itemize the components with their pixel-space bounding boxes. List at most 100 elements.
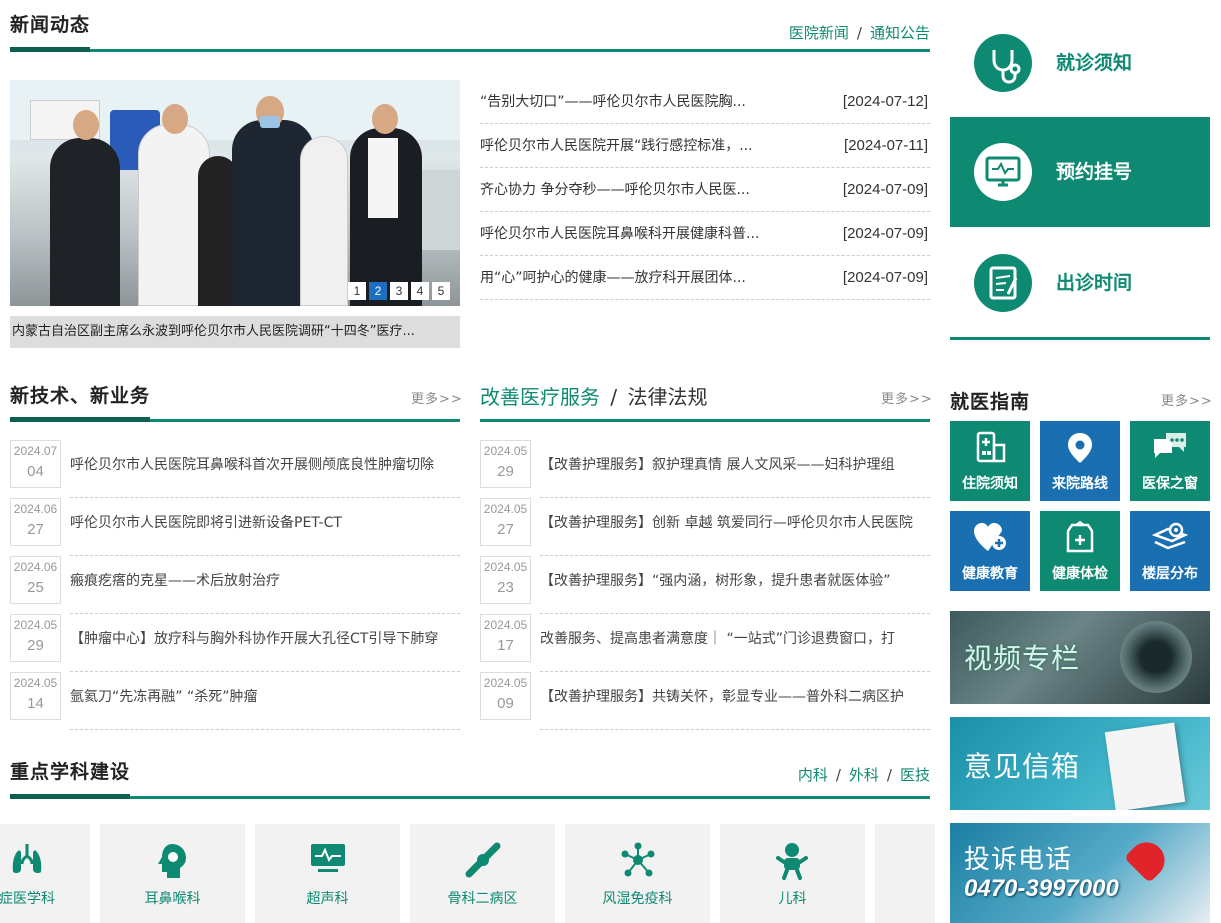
news-slideshow[interactable]: 1 2 3 4 5 [10, 80, 460, 306]
pager-1[interactable]: 1 [348, 282, 366, 300]
tab-internal[interactable]: 内科 [798, 766, 828, 784]
tile-admission[interactable]: 住院须知 [950, 421, 1030, 501]
disciplines-section-title: 重点学科建设 [10, 761, 131, 783]
service-more-link[interactable]: 更多>> [881, 388, 933, 407]
tab-surgery[interactable]: 外科 [849, 766, 879, 784]
disciplines-tabs: 内科 / 外科 / 医技 [797, 766, 930, 784]
date-year-month: 2024.05 [483, 560, 528, 574]
dept-label: 重症医学科 [0, 891, 55, 907]
dept-label: 耳鼻喉科 [144, 891, 201, 907]
dept-rheumatology[interactable]: 风湿免疫科 [565, 824, 710, 923]
dated-list-item[interactable]: 2024.07 04 呼伦贝尔市人民医院耳鼻喉科首次开展侧颅底良性肿瘤切除 [10, 440, 460, 498]
pager-3[interactable]: 3 [390, 282, 408, 300]
news-item[interactable]: 呼伦贝尔市人民医院耳鼻喉科开展健康科普... [2024-07-09] [480, 212, 930, 256]
date-day: 29 [497, 463, 514, 480]
banner-video-column[interactable]: 视频专栏 [950, 611, 1210, 704]
date-box: 2024.06 27 [10, 498, 61, 546]
tab-laws[interactable]: 法律法规 [627, 385, 707, 409]
floor-map-icon [1152, 522, 1188, 550]
news-divider-accent [10, 47, 90, 52]
tab-medtech[interactable]: 医技 [900, 766, 930, 784]
dated-list-item[interactable]: 2024.05 29 【肿瘤中心】放疗科与胸外科协作开展大孔径CT引导下肺穿 [10, 614, 460, 672]
banner-label: 意见信箱 [964, 750, 1081, 783]
news-item[interactable]: 用“心”呵护心的健康——放疗科开展团体... [2024-07-09] [480, 256, 930, 300]
dated-list-item[interactable]: 2024.05 23 【改善护理服务】“强内涵，树形象，提升患者就医体验” [480, 556, 930, 614]
dept-ent[interactable]: 耳鼻喉科 [100, 824, 245, 923]
date-day: 09 [497, 695, 514, 712]
quick-label: 出诊时间 [1056, 272, 1133, 294]
envelope-icon [1104, 722, 1186, 810]
dated-list-item[interactable]: 2024.05 27 【改善护理服务】创新 卓越 筑爱同行—呼伦贝尔市人民医院 [480, 498, 930, 556]
baby-icon [776, 843, 808, 880]
lungs-icon [12, 844, 42, 874]
news-section-title: 新闻动态 [10, 14, 91, 36]
service-section-title: 改善医疗服务 / 法律法规 [480, 385, 708, 409]
quick-clinic-hours[interactable]: 出诊时间 [950, 228, 1210, 338]
dept-ultrasound[interactable]: 超声科 [255, 824, 400, 923]
news-tabs: 医院新闻 / 通知公告 [788, 24, 930, 42]
dept-orthopedics[interactable]: 骨科二病区 [410, 824, 555, 923]
news-item[interactable]: 齐心协力 争分夺秒——呼伦贝尔市人民医... [2024-07-09] [480, 168, 930, 212]
banner-suggestion-box[interactable]: 意见信箱 [950, 717, 1210, 810]
tile-route[interactable]: 来院路线 [1040, 421, 1120, 501]
date-box: 2024.05 27 [480, 498, 531, 546]
dept-icu[interactable]: 重症医学科 [0, 824, 90, 923]
pager-4[interactable]: 4 [411, 282, 429, 300]
tile-floor-map[interactable]: 楼层分布 [1130, 511, 1210, 591]
slide-caption[interactable]: 内蒙古自治区副主席么永波到呼伦贝尔市人民医院调研“十四冬”医疗... [10, 316, 460, 348]
news-item-title: 用“心”呵护心的健康——放疗科开展团体... [480, 270, 746, 286]
dated-list-item[interactable]: 2024.05 14 氩氦刀“先冻再融” “杀死”肿瘤 [10, 672, 460, 730]
tab-improve-service[interactable]: 改善医疗服务 [480, 385, 600, 409]
banner-complaint-hotline[interactable]: 投诉电话 0470-3997000 [950, 823, 1210, 923]
tech-more-link[interactable]: 更多>> [411, 388, 463, 407]
banner-label: 视频专栏 [964, 642, 1081, 675]
guide-more-link[interactable]: 更多>> [1161, 390, 1213, 409]
dept-label: 超声科 [306, 891, 349, 907]
item-title: 【改善护理服务】叙护理真情 展人文风采——妇科护理组 [540, 457, 895, 473]
news-item-title: 呼伦贝尔市人民医院耳鼻喉科开展健康科普... [480, 226, 760, 242]
date-box: 2024.05 29 [10, 614, 61, 662]
dated-list-item[interactable]: 2024.06 25 瘢痕疙瘩的克星——术后放射治疗 [10, 556, 460, 614]
date-box: 2024.05 23 [480, 556, 531, 604]
dept-next-partial[interactable] [875, 824, 935, 923]
clipboard-icon [989, 266, 1018, 300]
news-item-title: “告别大切口”——呼伦贝尔市人民医院胸... [480, 94, 746, 110]
news-item[interactable]: 呼伦贝尔市人民医院开展“践行感控标准，... [2024-07-11] [480, 124, 930, 168]
date-box: 2024.05 09 [480, 672, 531, 720]
dated-list-item[interactable]: 2024.05 09 【改善护理服务】共铸关怀，彰显专业——普外科二病区护 [480, 672, 930, 730]
dated-list-item[interactable]: 2024.05 29 【改善护理服务】叙护理真情 展人文风采——妇科护理组 [480, 440, 930, 498]
pager-5[interactable]: 5 [432, 282, 450, 300]
quick-label: 预约挂号 [1056, 161, 1133, 183]
disciplines-divider [10, 796, 930, 799]
service-divider [480, 419, 930, 422]
tile-checkup[interactable]: 健康体检 [1040, 511, 1120, 591]
tab-hospital-news[interactable]: 医院新闻 [789, 24, 849, 42]
slide-pager: 1 2 3 4 5 [348, 282, 450, 300]
date-year-month: 2024.05 [483, 444, 528, 458]
tile-health-education[interactable]: 健康教育 [950, 511, 1030, 591]
date-box: 2024.06 25 [10, 556, 61, 604]
tile-insurance[interactable]: 医保之窗 [1130, 421, 1210, 501]
tile-label: 医保之窗 [1142, 476, 1198, 492]
news-item[interactable]: “告别大切口”——呼伦贝尔市人民医院胸... [2024-07-12] [480, 80, 930, 124]
dated-list-item[interactable]: 2024.06 27 呼伦贝尔市人民医院即将引进新设备PET-CT [10, 498, 460, 556]
tab-announcements[interactable]: 通知公告 [870, 24, 930, 42]
news-item-date: [2024-07-11] [844, 137, 928, 154]
location-pin-icon [1068, 433, 1092, 463]
news-item-title: 齐心协力 争分夺秒——呼伦贝尔市人民医... [480, 182, 750, 198]
item-title: 改善服务、提高患者满意度｜ “一站式”门诊退费窗口，打 [540, 631, 895, 647]
date-year-month: 2024.06 [13, 560, 58, 574]
date-year-month: 2024.05 [483, 502, 528, 516]
date-box: 2024.05 14 [10, 672, 61, 720]
tech-divider-accent [10, 417, 150, 422]
dated-list-item[interactable]: 2024.05 17 改善服务、提高患者满意度｜ “一站式”门诊退费窗口，打 [480, 614, 930, 672]
date-day: 14 [27, 695, 44, 712]
date-year-month: 2024.07 [13, 444, 58, 458]
news-item-date: [2024-07-09] [842, 181, 928, 198]
quick-appointment[interactable]: 预约挂号 [950, 117, 1210, 227]
quick-visit-notice[interactable]: 就诊须知 [950, 8, 1210, 118]
dept-pediatrics[interactable]: 儿科 [720, 824, 865, 923]
pager-2[interactable]: 2 [369, 282, 387, 300]
guide-section-title: 就医指南 [950, 391, 1031, 413]
date-day: 04 [27, 463, 44, 480]
